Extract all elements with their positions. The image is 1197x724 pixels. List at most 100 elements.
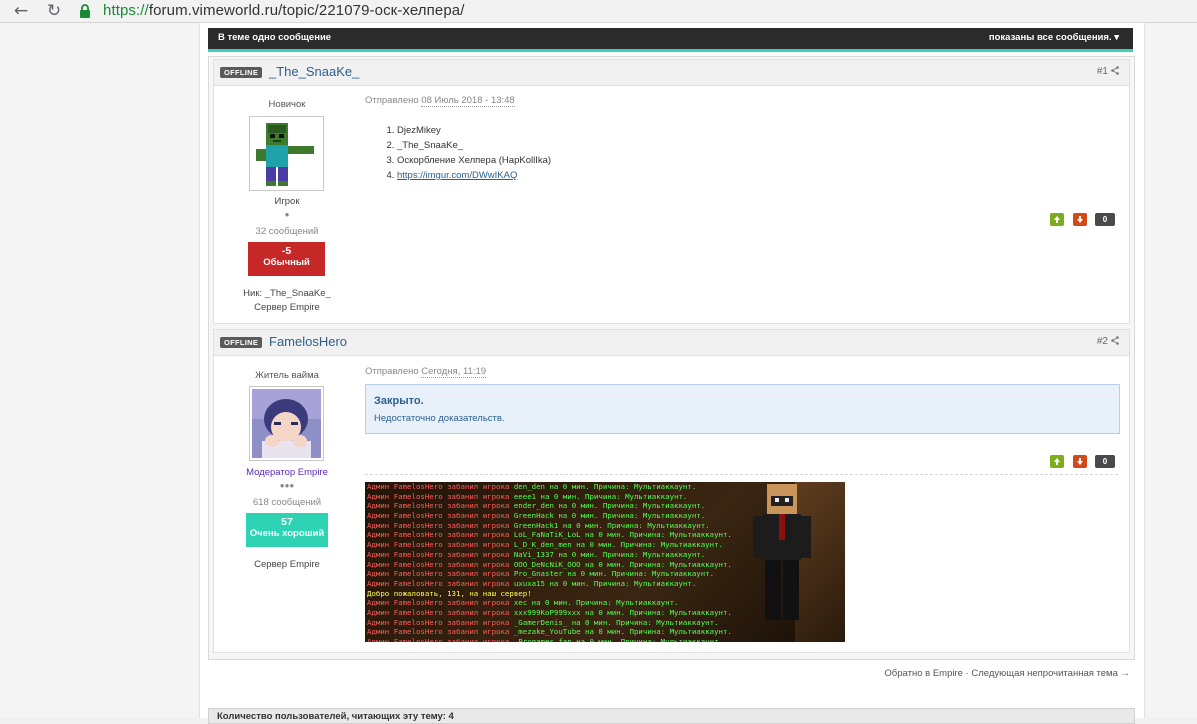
chat-line-prefix: Админ FamelosHero забанил игрока xyxy=(367,637,514,642)
post-date: Отправлено 08 Июль 2018 - 13:48 xyxy=(365,95,515,107)
chat-line: Админ FamelosHero забанил игрока eeee1 н… xyxy=(365,491,795,502)
chat-line-prefix: Админ FamelosHero забанил игрока xyxy=(367,501,514,511)
chat-line: Админ FamelosHero забанил игрока den_den… xyxy=(365,482,795,492)
chat-line-prefix: Админ FamelosHero забанил игрока xyxy=(367,578,514,588)
divider xyxy=(365,474,1118,475)
chat-line-prefix: Админ FamelosHero забанил игрока xyxy=(367,549,514,559)
reputation-value: -5 xyxy=(281,245,292,257)
post-number[interactable]: #2 xyxy=(1097,336,1119,347)
chat-line: Админ FamelosHero забанил игрока GreenHa… xyxy=(365,520,795,531)
post-date-prefix: Отправлено xyxy=(365,366,419,377)
address-bar[interactable]: https://forum.vimeworld.ru/topic/221079-… xyxy=(103,2,464,20)
reputation-label: Обычный xyxy=(263,257,310,268)
chat-line: Админ FamelosHero забанил игрока xec на … xyxy=(365,598,795,608)
user-avatar[interactable] xyxy=(249,116,324,191)
reputation-badge: 57 Очень хороший xyxy=(246,513,328,547)
chat-line: Админ FamelosHero забанил игрока _mezake… xyxy=(365,627,795,637)
chat-line-detail: LoL_FaNaTiK_LoL на 0 мин. Причина: Мульт… xyxy=(513,530,732,540)
vote-up-button[interactable] xyxy=(1050,213,1064,226)
chat-line-prefix: Админ FamelosHero забанил игрока xyxy=(367,540,514,550)
chat-line-prefix: Админ FamelosHero забанил игрока xyxy=(367,530,514,540)
vote-count: 0 xyxy=(1095,213,1115,226)
topic-header-bar: В теме одно сообщение показаны все сообщ… xyxy=(208,28,1133,52)
chat-line-detail: NaVi_1337 на 0 мин. Причина: Мультиаккау… xyxy=(513,549,706,559)
post-header: OFFLINE FamelosHero #2 xyxy=(214,330,1129,356)
chat-line-detail: den_den на 0 мин. Причина: Мультиаккаунт… xyxy=(513,482,697,491)
vote-count: 0 xyxy=(1095,455,1115,468)
chat-line: Админ FamelosHero забанил игрока _Progam… xyxy=(365,637,795,642)
vote-up-button[interactable] xyxy=(1050,455,1064,468)
chat-line-detail: uxuxa15 на 0 мин. Причина: Мультиаккаунт… xyxy=(513,578,697,588)
chat-line-detail: xec на 0 мин. Причина: Мультиаккаунт. xyxy=(513,598,679,608)
post-number[interactable]: #1 xyxy=(1097,66,1119,77)
post-date-value: Сегодня, 11:19 xyxy=(421,366,487,378)
back-arrow-icon[interactable]: ← xyxy=(11,1,31,21)
chat-line-prefix: Админ FamelosHero забанил игрока xyxy=(367,520,514,530)
topic-footer-navigation[interactable]: Обратно в Empire · Следующая непрочитанн… xyxy=(884,668,1130,679)
arrow-up-icon xyxy=(1054,216,1060,223)
list-item: _The_SnaaKe_ xyxy=(397,138,551,153)
chat-line: Админ FamelosHero забанил игрока _GamerD… xyxy=(365,617,795,628)
chat-line-detail: _Progames_fan на 0 мин. Причина: Мультиа… xyxy=(513,637,723,642)
closed-reason: Недостаточно доказательств. xyxy=(374,413,505,424)
offline-badge: OFFLINE xyxy=(220,67,263,78)
chat-lines: Админ FamelosHero забанил игрока den_den… xyxy=(365,482,795,642)
vote-down-button[interactable] xyxy=(1073,455,1087,468)
imgur-link[interactable]: https://imgur.com/DWwIKAQ xyxy=(397,170,517,181)
reload-icon[interactable]: ↻ xyxy=(44,1,64,21)
arrow-down-icon xyxy=(1077,458,1083,465)
chat-line-detail: GreenHack на 0 мин. Причина: Мультиаккау… xyxy=(513,511,706,521)
posts-display-filter[interactable]: показаны все сообщения. ▾ xyxy=(989,32,1119,43)
browser-toolbar: ← ↻ https://forum.vimeworld.ru/topic/221… xyxy=(0,0,1197,23)
active-users-label: Количество пользователей, читающих эту т… xyxy=(217,711,454,722)
post-author-link[interactable]: _The_SnaaKe_ xyxy=(269,64,359,79)
anime-avatar-icon xyxy=(252,389,321,458)
share-icon[interactable] xyxy=(1111,336,1119,345)
user-nick: Ник: _The_SnaaKe_ xyxy=(243,288,331,299)
user-rank: Житель вайма xyxy=(255,370,319,381)
zombie-avatar-icon xyxy=(252,119,321,188)
post-message-list: DjezMikey _The_SnaaKe_ Оскорбление Хелпе… xyxy=(373,123,551,183)
post-count: 618 сообщений xyxy=(252,497,322,508)
chat-line-detail: xxx999KoP999xxx на 0 мин. Причина: Мульт… xyxy=(513,607,732,617)
chat-line-detail: ender_den на 0 мин. Причина: Мультиаккау… xyxy=(513,501,706,511)
chat-line-prefix: Админ FamelosHero забанил игрока xyxy=(367,491,514,501)
chat-line: Админ FamelosHero забанил игрока GreenHa… xyxy=(365,511,795,521)
moderator-closed-notice: Закрыто. Недостаточно доказательств. xyxy=(365,384,1120,434)
chat-line-detail: GreenHack1 на 0 мин. Причина: Мультиакка… xyxy=(513,520,710,530)
list-item: Оскорбление Хелпера (HapKollIka) xyxy=(397,153,551,168)
user-server: Сервер Empire xyxy=(254,302,320,313)
list-item: DjezMikey xyxy=(397,123,551,138)
chat-line-prefix: Админ FamelosHero забанил игрока xyxy=(367,559,514,569)
post-date-prefix: Отправлено xyxy=(365,95,419,106)
url-path: forum.vimeworld.ru/topic/221079-оск-хелп… xyxy=(148,2,465,19)
chat-line-prefix: Админ FamelosHero забанил игрока xyxy=(367,569,514,579)
chat-line: Админ FamelosHero забанил игрока xxx999K… xyxy=(365,607,795,618)
chat-line-prefix: Админ FamelosHero забанил игрока xyxy=(367,617,514,627)
chat-line-detail: _GamerDenis_ на 0 мин. Причина: Мультиак… xyxy=(513,617,719,627)
post-header: OFFLINE _The_SnaaKe_ #1 xyxy=(214,60,1129,86)
post-author-link[interactable]: FamelosHero xyxy=(269,334,347,349)
closed-title: Закрыто. xyxy=(374,395,424,407)
reputation-label: Очень хороший xyxy=(249,528,325,539)
chat-line: Админ FamelosHero забанил игрока uxuxa15… xyxy=(365,578,795,589)
rank-dots: ●●● xyxy=(279,481,295,490)
chat-line: Админ FamelosHero забанил игрока LoL_FaN… xyxy=(365,530,795,541)
share-icon[interactable] xyxy=(1111,66,1119,75)
user-server: Сервер Empire xyxy=(254,559,320,570)
post-date: Отправлено Сегодня, 11:19 xyxy=(365,366,487,378)
url-protocol: https:// xyxy=(103,2,149,19)
chat-line-prefix: Админ FamelosHero забанил игрока xyxy=(367,482,514,491)
user-avatar[interactable] xyxy=(249,386,324,461)
chat-line-prefix: Админ FamelosHero забанил игрока xyxy=(367,511,514,521)
vote-down-button[interactable] xyxy=(1073,213,1087,226)
active-users-bar: Количество пользователей, читающих эту т… xyxy=(208,708,1135,724)
user-group: Модератор Empire xyxy=(246,467,328,478)
minecraft-chat-screenshot[interactable]: Админ FamelosHero забанил игрока den_den… xyxy=(365,482,845,642)
arrow-down-icon xyxy=(1077,216,1083,223)
post-date-value: 08 Июль 2018 - 13:48 xyxy=(421,95,515,107)
chat-line-detail: eeee1 на 0 мин. Причина: Мультиаккаунт. xyxy=(513,491,688,501)
minecraft-character-icon xyxy=(753,484,811,620)
chat-line-prefix: Админ FamelosHero забанил игрока xyxy=(367,607,514,617)
user-group: Игрок xyxy=(274,196,300,207)
